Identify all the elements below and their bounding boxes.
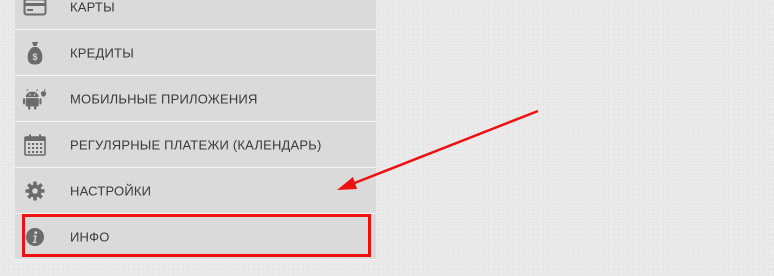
menu-item-label: ИНФО xyxy=(70,229,110,244)
sidebar-menu: КАРТЫ $ КРЕДИТЫ МОБИЛЬНЫЕ ПРИЛОЖЕНИЯ РЕГ… xyxy=(15,0,376,260)
calendar-icon xyxy=(23,133,47,157)
menu-item-label: РЕГУЛЯРНЫЕ ПЛАТЕЖИ (КАЛЕНДАРЬ) xyxy=(70,137,322,152)
svg-text:$: $ xyxy=(32,52,37,62)
android-apple-icon xyxy=(23,87,47,111)
menu-item-settings[interactable]: НАСТРОЙКИ xyxy=(15,168,376,214)
menu-item-mobile-apps[interactable]: МОБИЛЬНЫЕ ПРИЛОЖЕНИЯ xyxy=(15,76,376,122)
menu-item-regular-payments[interactable]: РЕГУЛЯРНЫЕ ПЛАТЕЖИ (КАЛЕНДАРЬ) xyxy=(15,122,376,168)
menu-item-info[interactable]: ИНФО xyxy=(15,214,376,260)
menu-item-cards[interactable]: КАРТЫ xyxy=(15,0,376,30)
credit-card-icon xyxy=(23,0,47,19)
menu-item-credits[interactable]: $ КРЕДИТЫ xyxy=(15,30,376,76)
menu-item-label: КАРТЫ xyxy=(70,0,115,14)
menu-item-label: МОБИЛЬНЫЕ ПРИЛОЖЕНИЯ xyxy=(70,91,258,106)
gear-icon xyxy=(23,179,47,203)
money-bag-icon: $ xyxy=(23,41,47,65)
info-icon xyxy=(23,225,47,249)
menu-item-label: НАСТРОЙКИ xyxy=(70,183,152,198)
menu-item-label: КРЕДИТЫ xyxy=(70,45,134,60)
